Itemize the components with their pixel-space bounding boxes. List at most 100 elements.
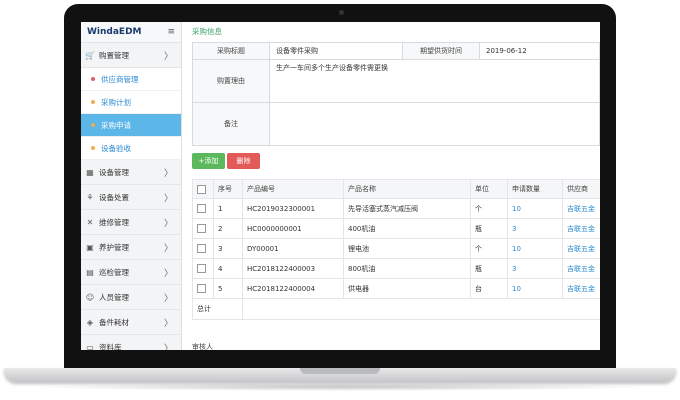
section-title: 采购信息	[192, 27, 222, 36]
col-header: 产品编号	[242, 179, 344, 199]
sidebar-item-repair[interactable]: ✕ 维修管理 〉	[81, 210, 181, 235]
cell-no: 4	[213, 258, 243, 279]
total-label: 总计	[192, 298, 243, 320]
chevron-icon: 〉	[163, 193, 173, 204]
table-row[interactable]: 2 HC0000000001 400机油 瓶 3 吉联五金	[192, 218, 600, 239]
chevron-icon: 〉	[163, 293, 173, 304]
row-checkbox[interactable]	[192, 238, 214, 259]
remark-field[interactable]	[269, 102, 600, 146]
dot-icon	[91, 100, 95, 104]
cell-no: 2	[213, 218, 243, 239]
dot-icon	[91, 123, 95, 127]
cell-code: HC0000000001	[242, 218, 344, 239]
cell-name: 锂电池	[343, 238, 471, 259]
sidebar-subitem-label: 供应商管理	[101, 74, 139, 84]
cell-no: 3	[213, 238, 243, 259]
sidebar-item-disposal[interactable]: ⚘ 设备处置 〉	[81, 185, 181, 210]
col-header: 单位	[470, 179, 508, 199]
product-table: 序号 产品编号 产品名称 单位 申请数量 供应商 1 HC20190323000…	[192, 179, 600, 320]
sidebar-item-equipment[interactable]: ▦ 设备管理 〉	[81, 160, 181, 185]
title-label: 采购标题	[192, 42, 270, 60]
title-field[interactable]: 设备零件采购	[269, 42, 403, 60]
storage-icon: ▭	[86, 342, 94, 351]
date-field[interactable]: 2019-06-12	[479, 42, 600, 60]
sidebar-subitem-request[interactable]: 采购申请	[81, 114, 181, 137]
select-all-checkbox[interactable]	[192, 179, 214, 199]
cell-supplier[interactable]: 吉联五金	[562, 258, 600, 279]
sidebar-subitem-label: 采购计划	[101, 97, 131, 107]
sidebar-item-library[interactable]: ▭ 资料库 〉	[81, 335, 181, 351]
sidebar-item-label: 资料库	[99, 342, 122, 351]
total-value	[242, 298, 600, 320]
row-checkbox[interactable]	[192, 278, 214, 299]
sidebar-item-label: 养护管理	[99, 242, 129, 252]
sidebar-item-spare-parts[interactable]: ◈ 备件耗材 〉	[81, 310, 181, 335]
cell-name: 400机油	[343, 218, 471, 239]
chevron-icon: 〉	[163, 343, 173, 351]
remark-label: 备注	[192, 102, 270, 146]
col-header: 申请数量	[507, 179, 563, 199]
cell-qty[interactable]: 10	[507, 238, 563, 259]
col-header: 供应商	[562, 179, 600, 199]
table-row[interactable]: 1 HC2019032300001 先导活塞式蒸汽减压阀 个 10 吉联五金	[192, 198, 600, 219]
cell-no: 1	[213, 198, 243, 219]
cart-icon: 🛒	[85, 50, 95, 60]
brand-header: WindaEDM ≡	[81, 22, 181, 43]
cell-unit: 瓶	[470, 218, 508, 239]
grid-icon: ▦	[86, 167, 94, 177]
row-checkbox[interactable]	[192, 218, 214, 239]
dot-icon	[91, 146, 95, 150]
cell-qty[interactable]: 10	[507, 198, 563, 219]
sidebar-item-purchase[interactable]: 🛒 购置管理 〉	[81, 43, 181, 68]
sidebar-item-maintenance[interactable]: ▣ 养护管理 〉	[81, 235, 181, 260]
sidebar-subitem-acceptance[interactable]: 设备验收	[81, 137, 181, 160]
chevron-icon: 〉	[163, 168, 173, 179]
add-button[interactable]: +添加	[192, 153, 225, 169]
table-total-row: 总计	[192, 298, 600, 320]
cell-supplier[interactable]: 吉联五金	[562, 238, 600, 259]
main-content: 采购信息 采购标题 设备零件采购 期望供货时间 2019-06-12 购置理由 …	[181, 22, 600, 350]
cell-qty[interactable]: 10	[507, 278, 563, 299]
sidebar-subitem-label: 设备验收	[101, 143, 131, 153]
cube-icon: ◈	[86, 317, 94, 327]
sidebar-item-label: 设备管理	[99, 167, 129, 177]
cell-code: HC2018122400004	[242, 278, 344, 299]
reason-label: 购置理由	[192, 59, 270, 103]
menu-icon[interactable]: ≡	[167, 27, 175, 37]
user-icon: ☺	[85, 292, 95, 302]
table-row[interactable]: 5 HC2018122400004 供电器 台 10 吉联五金	[192, 278, 600, 299]
row-checkbox[interactable]	[192, 198, 214, 219]
table-row[interactable]: 4 HC2018122400003 800机油 瓶 3 吉联五金	[192, 258, 600, 279]
sidebar-subitem-supplier[interactable]: 供应商管理	[81, 68, 181, 91]
chevron-icon: 〉	[163, 51, 173, 62]
camera-icon	[339, 10, 344, 15]
sidebar-item-personnel[interactable]: ☺ 人员管理 〉	[81, 285, 181, 310]
cell-no: 5	[213, 278, 243, 299]
table-header-row: 序号 产品编号 产品名称 单位 申请数量 供应商	[192, 179, 600, 199]
calendar-icon: ▤	[86, 267, 94, 277]
sidebar-item-inspection[interactable]: ▤ 巡检管理 〉	[81, 260, 181, 285]
table-row[interactable]: 3 DY00001 锂电池 个 10 吉联五金	[192, 238, 600, 259]
chevron-icon: 〉	[163, 318, 173, 329]
wrench-icon: ✕	[86, 217, 94, 227]
cell-supplier[interactable]: 吉联五金	[562, 218, 600, 239]
cell-qty[interactable]: 3	[507, 218, 563, 239]
sidebar: WindaEDM ≡ 🛒 购置管理 〉 供应商管理 采购计划 采购申请 设备验收…	[81, 22, 182, 350]
dot-icon	[91, 77, 95, 81]
cell-supplier[interactable]: 吉联五金	[562, 278, 600, 299]
laptop-shadow	[30, 383, 650, 391]
reason-field[interactable]: 生产一车间多个生产设备零件需更换	[269, 59, 600, 103]
sidebar-item-label: 维修管理	[99, 217, 129, 227]
reviewer-label: 审核人	[192, 343, 213, 350]
cell-name: 供电器	[343, 278, 471, 299]
share-icon: ⚘	[86, 192, 94, 202]
sidebar-subitem-plan[interactable]: 采购计划	[81, 91, 181, 114]
cell-supplier[interactable]: 吉联五金	[562, 198, 600, 219]
row-checkbox[interactable]	[192, 258, 214, 279]
screen: WindaEDM ≡ 🛒 购置管理 〉 供应商管理 采购计划 采购申请 设备验收…	[81, 22, 600, 350]
image-icon: ▣	[86, 242, 94, 252]
col-header: 序号	[213, 179, 243, 199]
delete-button[interactable]: 删除	[227, 153, 260, 169]
brand-name: WindaEDM	[87, 27, 142, 37]
cell-qty[interactable]: 3	[507, 258, 563, 279]
